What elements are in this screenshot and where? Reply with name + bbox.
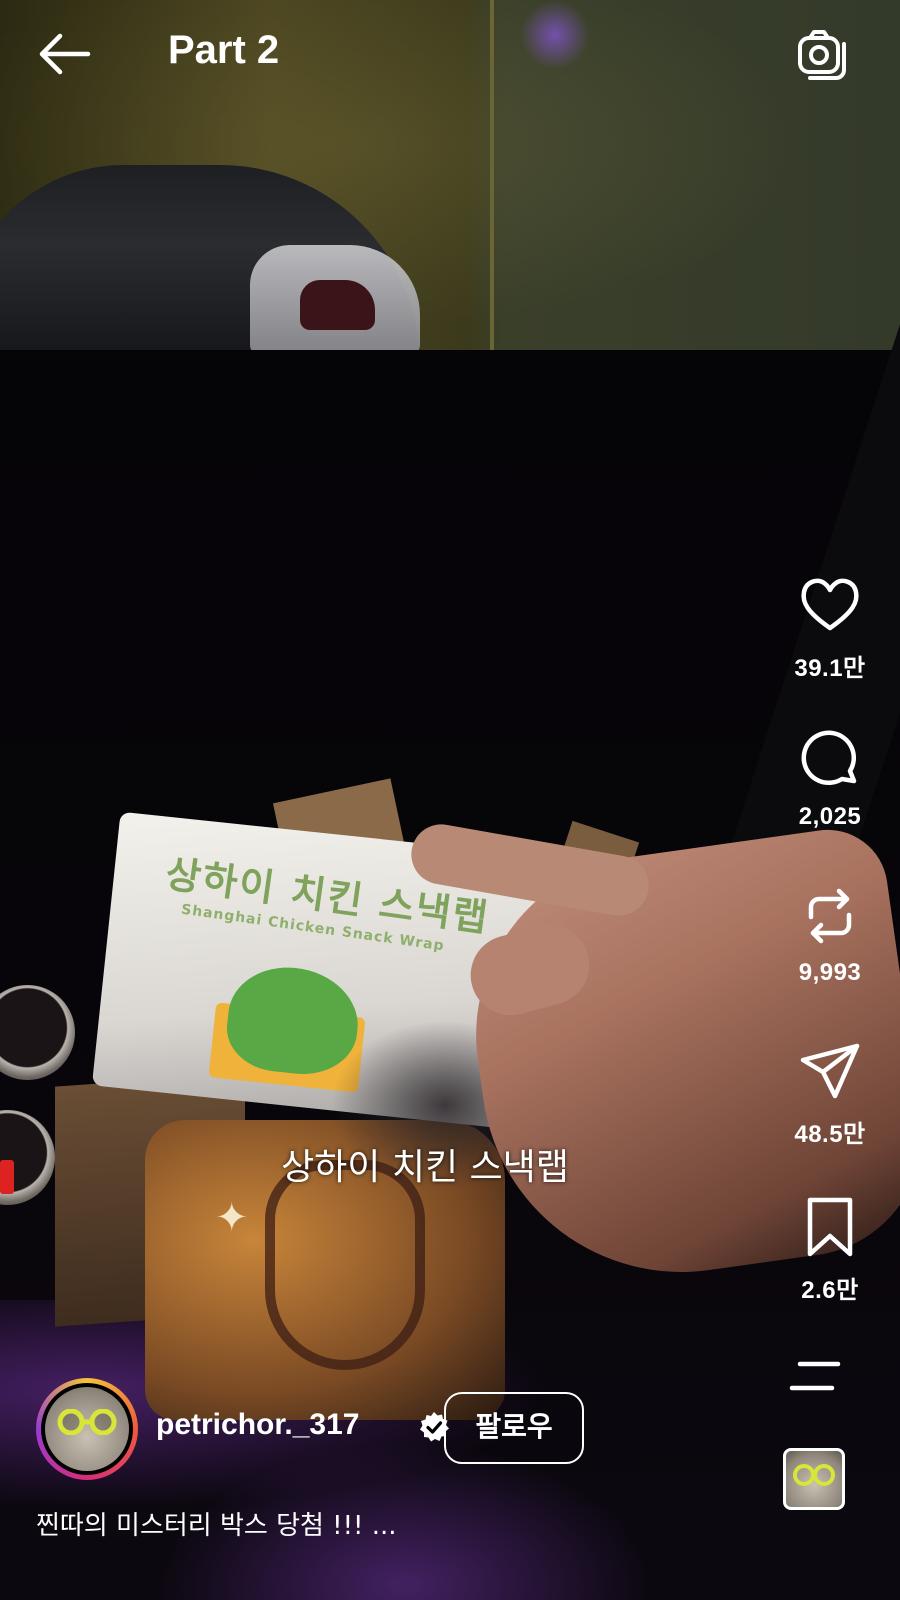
save-count: 2.6만 <box>801 1277 859 1304</box>
reel-video[interactable]: ✦ 상하이 치킨 스낵랩 Shanghai Chicken Snack Wrap <box>0 0 900 1600</box>
back-button[interactable] <box>36 30 92 78</box>
comment-button[interactable]: 2,025 <box>770 727 890 831</box>
avatar[interactable] <box>36 1378 138 1480</box>
repost-button[interactable]: 9,993 <box>770 883 890 987</box>
share-count: 48.5만 <box>794 1121 866 1148</box>
post-caption[interactable]: 찐따의 미스터리 박스 당첨 !!! ... <box>36 1505 756 1542</box>
camera-icon <box>798 30 846 80</box>
cat-glasses-icon <box>793 1464 835 1486</box>
repost-count: 9,993 <box>798 959 862 986</box>
share-button[interactable]: 48.5만 <box>770 1038 890 1149</box>
bookmark-icon <box>807 1197 853 1257</box>
more-options-button[interactable] <box>788 1356 844 1396</box>
bag-star-icon: ✦ <box>215 1195 249 1241</box>
audio-track-thumbnail[interactable] <box>783 1448 845 1510</box>
paper-plane-icon <box>800 1043 860 1099</box>
repost-arrows-icon <box>808 888 852 944</box>
video-subtitle: 상하이 치킨 스낵랩 <box>281 1147 569 1188</box>
follow-button[interactable]: 팔로우 <box>444 1392 584 1464</box>
arrow-left-icon <box>39 33 91 75</box>
top-bar: Part 2 <box>0 0 900 110</box>
save-button[interactable]: 2.6만 <box>770 1194 890 1305</box>
page-title: Part 2 <box>168 28 280 72</box>
author-username[interactable]: petrichor._317 <box>156 1408 359 1442</box>
heart-icon <box>801 578 859 631</box>
camera-button[interactable] <box>796 26 852 82</box>
author-row: petrichor._317 팔로우 <box>36 1378 656 1480</box>
comment-count: 2,025 <box>798 803 862 830</box>
comment-bubble-icon <box>801 730 857 785</box>
like-count: 39.1만 <box>794 655 866 682</box>
bag-logo <box>265 1160 425 1370</box>
car-tail-light <box>300 280 375 330</box>
cat-glasses-icon <box>57 1409 117 1435</box>
avatar-image <box>45 1387 129 1471</box>
like-button[interactable]: 39.1만 <box>770 572 890 683</box>
menu-lines-icon <box>789 1361 841 1391</box>
